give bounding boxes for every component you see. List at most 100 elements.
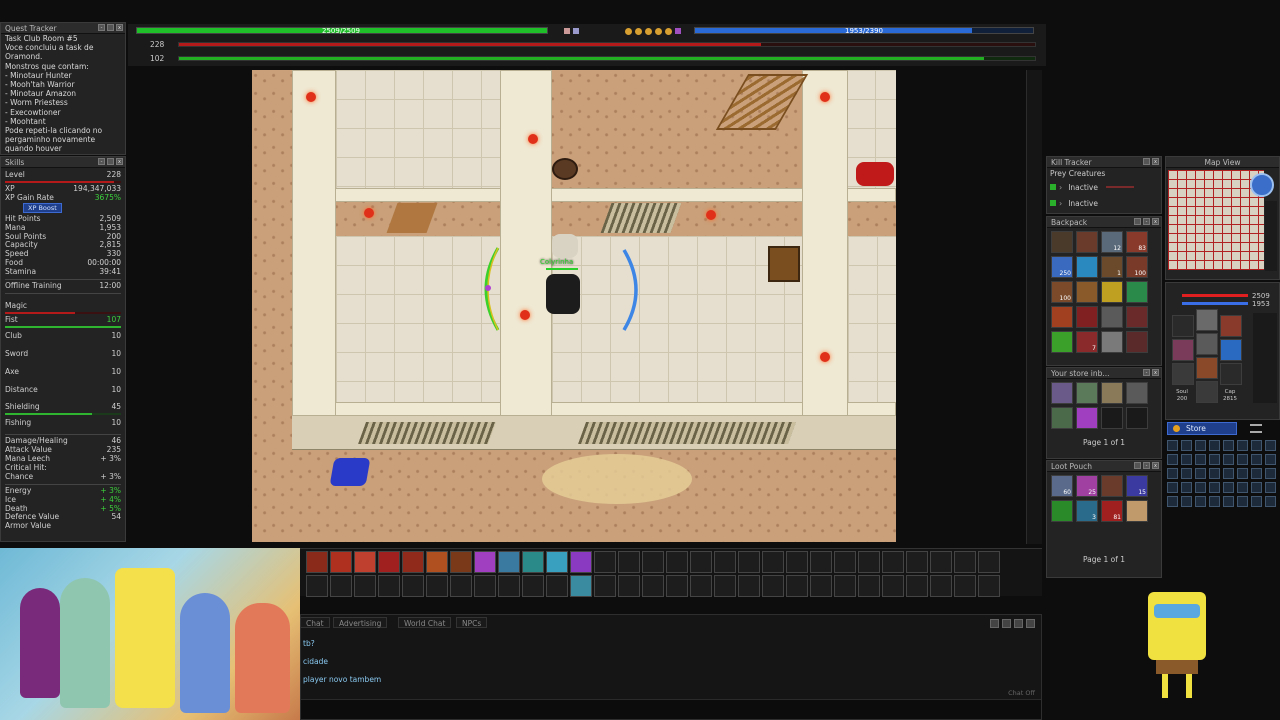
action-slot[interactable] — [930, 575, 952, 597]
item-slot[interactable] — [1101, 331, 1123, 353]
control-button[interactable] — [1251, 468, 1262, 479]
action-slot[interactable] — [906, 551, 928, 573]
control-button[interactable] — [1251, 482, 1262, 493]
control-button[interactable] — [1209, 440, 1220, 451]
item-slot[interactable] — [1051, 331, 1073, 353]
item-slot[interactable] — [1126, 382, 1148, 404]
compass-icon[interactable] — [1250, 173, 1274, 197]
action-slot[interactable] — [642, 575, 664, 597]
settings-icon[interactable] — [107, 24, 114, 31]
item-slot[interactable] — [1051, 500, 1073, 522]
control-button[interactable] — [1223, 468, 1234, 479]
wooden-chest[interactable] — [768, 246, 800, 282]
equipment-slot[interactable] — [1196, 357, 1218, 379]
item-slot[interactable]: 100 — [1051, 281, 1073, 303]
action-slot[interactable] — [642, 551, 664, 573]
close-icon[interactable]: x — [1152, 218, 1159, 225]
item-slot[interactable] — [1051, 231, 1073, 253]
control-button[interactable] — [1167, 468, 1178, 479]
equipment-slot[interactable] — [1196, 309, 1218, 331]
action-slot[interactable] — [450, 551, 472, 573]
item-slot[interactable] — [1126, 306, 1148, 328]
action-slot[interactable] — [546, 575, 568, 597]
item-slot[interactable] — [1076, 231, 1098, 253]
control-button[interactable] — [1265, 454, 1276, 465]
action-slot[interactable] — [978, 575, 1000, 597]
up-icon[interactable] — [1134, 218, 1141, 225]
store-button[interactable]: Store — [1167, 422, 1237, 435]
close-icon[interactable]: x — [1152, 369, 1159, 376]
action-slot[interactable] — [402, 575, 424, 597]
control-button[interactable] — [1237, 468, 1248, 479]
equipment-slot[interactable] — [1220, 339, 1242, 361]
equipment-slot[interactable] — [1196, 333, 1218, 355]
prey-slot[interactable]: › Inactive — [1047, 179, 1161, 195]
item-slot[interactable]: 81 — [1101, 500, 1123, 522]
control-button[interactable] — [1209, 454, 1220, 465]
item-slot[interactable] — [1101, 281, 1123, 303]
item-slot[interactable]: 83 — [1126, 231, 1148, 253]
prey-slot[interactable]: › Inactive — [1047, 195, 1161, 211]
menu-icon[interactable] — [1250, 424, 1262, 433]
action-slot[interactable] — [834, 551, 856, 573]
skills-title[interactable]: Skills - x — [1, 157, 125, 168]
action-slot[interactable] — [426, 575, 448, 597]
combat-controls[interactable] — [1253, 313, 1277, 403]
action-slot[interactable] — [834, 575, 856, 597]
action-slot[interactable] — [570, 551, 592, 573]
map-view-title[interactable]: Map View — [1166, 157, 1279, 168]
action-slot[interactable] — [930, 551, 952, 573]
control-button[interactable] — [1265, 440, 1276, 451]
action-slot[interactable] — [522, 551, 544, 573]
action-slot[interactable] — [858, 551, 880, 573]
chat-input[interactable] — [301, 699, 1041, 719]
equipment-slot[interactable] — [1172, 363, 1194, 385]
equipment-slot[interactable] — [1172, 315, 1194, 337]
item-slot[interactable] — [1076, 306, 1098, 328]
action-slot[interactable] — [378, 551, 400, 573]
action-slot[interactable] — [450, 575, 472, 597]
action-slot[interactable] — [954, 575, 976, 597]
control-button[interactable] — [1195, 454, 1206, 465]
action-slot[interactable] — [954, 551, 976, 573]
action-slot[interactable] — [306, 551, 328, 573]
action-slot[interactable] — [306, 575, 328, 597]
action-slot[interactable] — [666, 551, 688, 573]
control-button[interactable] — [1167, 454, 1178, 465]
item-slot[interactable]: 15 — [1126, 475, 1148, 497]
item-slot[interactable] — [1101, 407, 1123, 429]
action-slot[interactable] — [882, 551, 904, 573]
control-button[interactable] — [1181, 496, 1192, 507]
item-slot[interactable]: 3 — [1076, 500, 1098, 522]
control-button[interactable] — [1195, 440, 1206, 451]
action-slot[interactable] — [762, 551, 784, 573]
chat-tab-chat[interactable]: Chat — [300, 617, 330, 628]
action-slot[interactable] — [618, 575, 640, 597]
action-slot[interactable] — [714, 551, 736, 573]
action-slot[interactable] — [474, 551, 496, 573]
item-slot[interactable]: 250 — [1051, 256, 1073, 278]
map-zoom-controls[interactable] — [1265, 201, 1277, 271]
game-view-scrollbar[interactable] — [1026, 70, 1042, 544]
minimize-icon[interactable]: - — [1143, 218, 1150, 225]
action-slot[interactable] — [882, 575, 904, 597]
control-button[interactable] — [1209, 482, 1220, 493]
ignore-icon[interactable] — [1002, 619, 1011, 628]
store-inbox-title[interactable]: Your store inb... -x — [1047, 368, 1161, 379]
action-slot[interactable] — [810, 575, 832, 597]
action-slot[interactable] — [426, 551, 448, 573]
record-icon[interactable] — [1026, 619, 1035, 628]
item-slot[interactable] — [1101, 382, 1123, 404]
minimize-icon[interactable]: - — [1143, 369, 1150, 376]
control-button[interactable] — [1223, 440, 1234, 451]
minimize-icon[interactable]: - — [98, 158, 105, 165]
item-slot[interactable] — [1076, 407, 1098, 429]
action-slot[interactable] — [402, 551, 424, 573]
item-slot[interactable]: 7 — [1076, 331, 1098, 353]
barrel[interactable] — [552, 158, 578, 180]
action-slot[interactable] — [666, 575, 688, 597]
action-slot[interactable] — [738, 575, 760, 597]
action-slot[interactable] — [498, 575, 520, 597]
control-button[interactable] — [1265, 482, 1276, 493]
quest-tracker-title[interactable]: Quest Tracker - x — [1, 23, 125, 34]
